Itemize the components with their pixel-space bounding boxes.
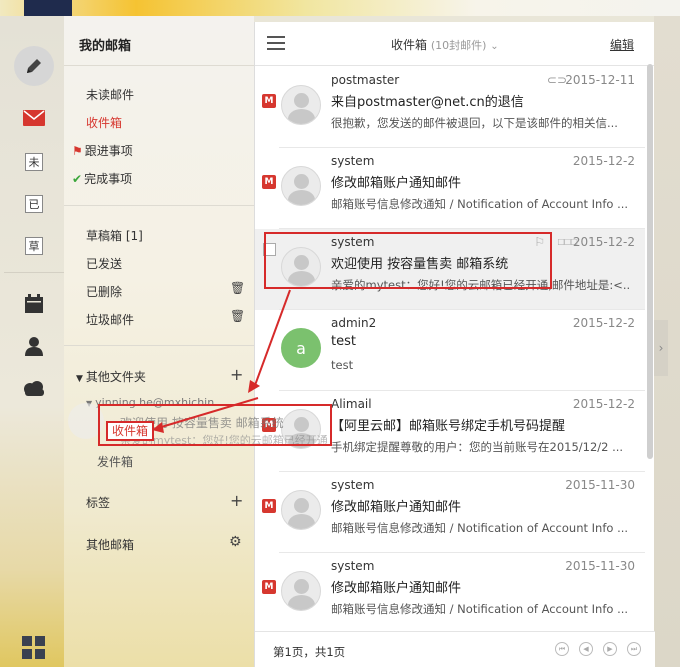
- drag-arrow-line-2: [157, 397, 259, 429]
- drag-arrow-head-2: [152, 422, 164, 433]
- drag-arrow-line: [253, 289, 291, 389]
- drag-arrow-head: [248, 380, 260, 393]
- drag-arrow-overlay: [152, 289, 291, 433]
